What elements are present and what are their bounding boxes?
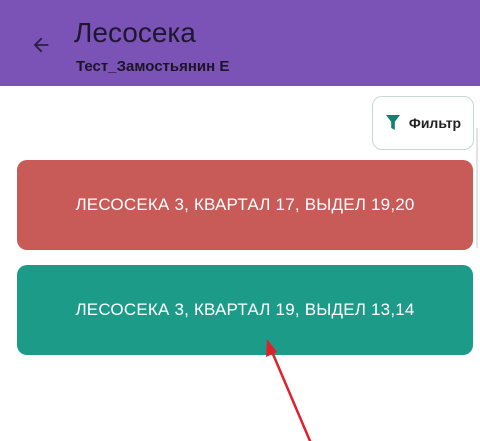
annotation-arrow (266, 339, 312, 441)
